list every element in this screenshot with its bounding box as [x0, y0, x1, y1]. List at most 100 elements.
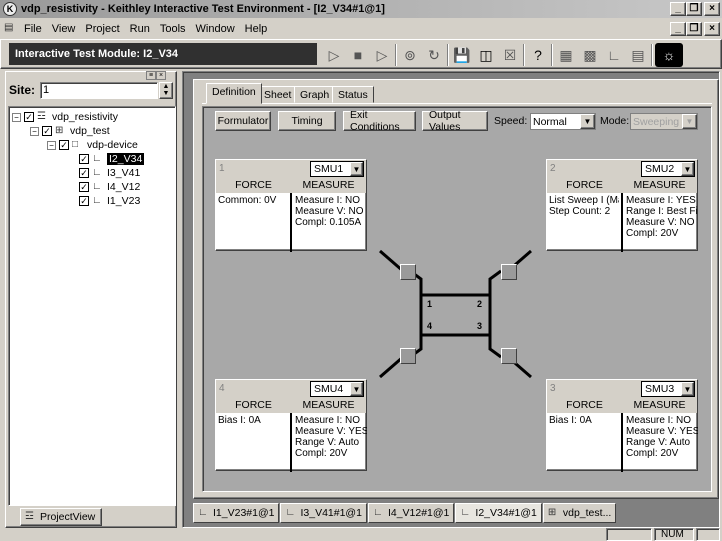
chevron-down-icon[interactable]: ▼: [350, 382, 363, 396]
chevron-down-icon[interactable]: ▼: [681, 382, 694, 396]
checkbox[interactable]: ✓: [79, 196, 89, 206]
force-settings[interactable]: List Sweep I (Mas Step Count: 2: [549, 195, 619, 217]
checkbox[interactable]: ✓: [79, 154, 89, 164]
checkbox[interactable]: ✓: [59, 140, 69, 150]
help-icon[interactable]: ?: [527, 44, 549, 66]
stop-icon[interactable]: ■: [347, 44, 369, 66]
repeat-icon[interactable]: ↻: [423, 44, 445, 66]
connection-node-3[interactable]: [501, 348, 517, 364]
tab-definition[interactable]: Definition: [206, 83, 262, 104]
sheet-icon[interactable]: ▤: [627, 44, 649, 66]
measure-line: Measure V: YES: [295, 426, 367, 437]
measure-line: Compl: 20V: [295, 448, 348, 459]
connection-node-4[interactable]: [400, 348, 416, 364]
smu-panel-1[interactable]: 1 SMU1 ▼ FORCE MEASURE Common: 0V Measur…: [215, 159, 367, 252]
chevron-down-icon[interactable]: ▼: [681, 162, 694, 176]
tab-projectview[interactable]: ☲ ProjectView: [20, 508, 102, 526]
minimize-button[interactable]: _: [670, 2, 686, 16]
collapse-icon[interactable]: −: [12, 112, 21, 122]
menu-file[interactable]: File: [19, 23, 47, 35]
doc-close-button[interactable]: ×: [704, 21, 720, 36]
menu-help[interactable]: Help: [240, 23, 273, 35]
measure-settings[interactable]: Measure I: NO Measure V: YES Range V: Au…: [295, 415, 367, 459]
instrument-value: SMU3: [645, 383, 675, 395]
close-icon[interactable]: ☒: [499, 44, 521, 66]
panel-pin-icon[interactable]: ≡: [146, 71, 156, 80]
device-icon[interactable]: ▩: [579, 44, 601, 66]
checkbox[interactable]: ✓: [24, 112, 34, 122]
tree-item-device[interactable]: − ✓ □ vdp-device: [47, 138, 138, 152]
tree-item-itm[interactable]: ✓ ∟ I1_V23: [79, 194, 140, 208]
measure-line: Measure V: YES: [626, 426, 698, 437]
run-step-icon[interactable]: ▷: [371, 44, 393, 66]
panel-close-icon[interactable]: ×: [156, 71, 166, 80]
smu-panel-4[interactable]: 4 SMU4 ▼ FORCE MEASURE Bias I: 0A Measur…: [215, 379, 367, 472]
instrument-select[interactable]: SMU2 ▼: [641, 161, 695, 177]
itm-icon[interactable]: ∟: [603, 44, 625, 66]
doc-tab[interactable]: ∟ I1_V23#1@1: [193, 503, 280, 523]
menu-run[interactable]: Run: [125, 23, 155, 35]
measure-settings[interactable]: Measure I: YES Range I: Best Fix Measure…: [626, 195, 698, 239]
doc-tab[interactable]: ∟ I4_V12#1@1: [367, 503, 455, 523]
tab-graph[interactable]: Graph: [294, 86, 336, 103]
measure-line: Range I: Best Fix: [626, 206, 698, 217]
chevron-down-icon[interactable]: ▼: [350, 162, 363, 176]
tree-item-test[interactable]: − ✓ ⊞ vdp_test: [30, 124, 110, 138]
doc-minimize-button[interactable]: _: [670, 21, 686, 36]
grid-icon[interactable]: ▦: [555, 44, 577, 66]
force-settings[interactable]: Common: 0V: [218, 195, 288, 206]
checkbox[interactable]: ✓: [79, 182, 89, 192]
checkbox[interactable]: ✓: [42, 126, 52, 136]
checkbox[interactable]: ✓: [79, 168, 89, 178]
smu-panel-2[interactable]: 2 SMU2 ▼ FORCE MEASURE List Sweep I (Mas…: [546, 159, 698, 252]
force-settings[interactable]: Bias I: 0A: [549, 415, 619, 426]
run-icon[interactable]: ▷: [323, 44, 345, 66]
collapse-icon[interactable]: −: [30, 126, 39, 136]
menu-window[interactable]: Window: [191, 23, 240, 35]
site-field[interactable]: 1: [40, 82, 158, 99]
tree-item-itm[interactable]: ✓ ∟ I4_V12: [79, 180, 140, 194]
itm-icon: ∟: [92, 166, 102, 178]
measure-line: Compl: 20V: [626, 228, 679, 239]
connection-node-2[interactable]: [501, 264, 517, 280]
force-settings[interactable]: Bias I: 0A: [218, 415, 288, 426]
tree-label: vdp-device: [87, 139, 138, 151]
itm-icon: ∟: [460, 506, 471, 518]
app-icon[interactable]: K: [3, 2, 17, 16]
force-header: FORCE: [235, 399, 272, 411]
append-run-icon[interactable]: ⊚: [399, 44, 421, 66]
tab-status[interactable]: Status: [332, 86, 374, 103]
doc-tab-active[interactable]: ∟ I2_V34#1@1: [455, 503, 542, 523]
collapse-icon[interactable]: −: [47, 140, 56, 150]
save-icon[interactable]: 💾: [451, 44, 473, 66]
instrument-select[interactable]: SMU4 ▼: [310, 381, 364, 397]
restore-button[interactable]: ❐: [686, 2, 702, 16]
menu-view[interactable]: View: [47, 23, 81, 35]
doc-tab[interactable]: ∟ I3_V41#1@1: [280, 503, 367, 523]
instrument-select[interactable]: SMU1 ▼: [310, 161, 364, 177]
plan-icon: ⊞: [55, 124, 64, 136]
definition-canvas: Formulator Timing Exit Conditions Output…: [202, 106, 712, 492]
status-bar: NUM: [0, 528, 722, 541]
menu-project[interactable]: Project: [80, 23, 124, 35]
connection-node-1[interactable]: [400, 264, 416, 280]
instrument-select[interactable]: SMU3 ▼: [641, 381, 695, 397]
tree-item-itm[interactable]: ✓ ∟ I2_V34: [79, 152, 145, 166]
instrument-value: SMU1: [314, 163, 344, 175]
doc-tab[interactable]: ⊞ vdp_test...: [542, 503, 617, 523]
tab-sheet[interactable]: Sheet: [258, 86, 298, 103]
menu-tools[interactable]: Tools: [155, 23, 191, 35]
smu-panel-3[interactable]: 3 SMU3 ▼ FORCE MEASURE Bias I: 0A Measur…: [546, 379, 698, 472]
site-spinner[interactable]: ▲ ▼: [159, 82, 173, 99]
tree-item-project[interactable]: − ✓ ☲ vdp_resistivity: [12, 110, 118, 124]
save-all-icon[interactable]: ◫: [475, 44, 497, 66]
close-window-button[interactable]: ×: [704, 2, 720, 16]
document-icon[interactable]: ▤: [4, 23, 16, 34]
tree-item-itm[interactable]: ✓ ∟ I3_V41: [79, 166, 140, 180]
measure-settings[interactable]: Measure I: NO Measure V: YES Range V: Au…: [626, 415, 698, 459]
logo-icon[interactable]: ☼: [655, 43, 683, 67]
tree-label: vdp_test: [70, 125, 110, 137]
measure-settings[interactable]: Measure I: NO Measure V: NO Compl: 0.105…: [295, 195, 367, 228]
title-bar[interactable]: K vdp_resistivity - Keithley Interactive…: [0, 0, 722, 18]
doc-restore-button[interactable]: ❐: [686, 21, 702, 36]
